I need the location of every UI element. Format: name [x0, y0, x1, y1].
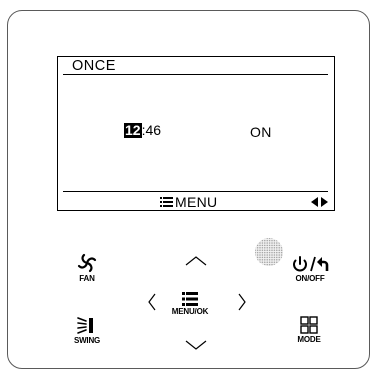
arrow-down-button[interactable] — [185, 340, 207, 350]
up-down-arrows-icon — [311, 197, 328, 207]
mode-label: MODE — [297, 335, 321, 344]
power-icon — [293, 256, 307, 272]
onoff-label: ON/OFF — [295, 274, 325, 283]
lcd-divider-top — [63, 74, 328, 75]
mode-button[interactable]: MODE — [289, 316, 329, 344]
power-return-icons — [293, 256, 329, 272]
menu-list-icon — [182, 292, 198, 306]
ir-sensor-icon — [255, 238, 283, 266]
lcd-title: ONCE — [72, 58, 116, 74]
timer-minute: 46 — [145, 122, 162, 138]
menu-ok-button[interactable]: MENU/OK — [167, 292, 213, 316]
onoff-button[interactable]: ON/OFF — [290, 255, 330, 283]
menu-list-icon — [160, 197, 173, 207]
fan-button[interactable]: FAN — [69, 253, 105, 283]
fan-label: FAN — [79, 274, 95, 283]
timer-time: 12 : 46 — [124, 123, 161, 138]
lcd-screen: ONCE 12 : 46 ON MENU — [57, 56, 335, 211]
timer-hour: 12 — [124, 122, 142, 138]
timer-state: ON — [250, 124, 272, 140]
lcd-menu-hint: MENU — [160, 194, 217, 210]
swing-button[interactable]: SWING — [67, 315, 107, 345]
lcd-divider-bottom — [63, 191, 328, 192]
menu-ok-label: MENU/OK — [171, 307, 209, 316]
arrow-left-button[interactable] — [147, 293, 157, 311]
mode-grid-icon — [300, 316, 318, 334]
return-icon — [317, 257, 329, 271]
swing-label: SWING — [73, 336, 101, 345]
arrow-right-button[interactable] — [237, 293, 247, 311]
arrow-up-button[interactable] — [185, 256, 207, 266]
fan-icon — [77, 253, 97, 273]
lcd-menu-label: MENU — [175, 194, 218, 210]
swing-icon — [77, 317, 93, 334]
